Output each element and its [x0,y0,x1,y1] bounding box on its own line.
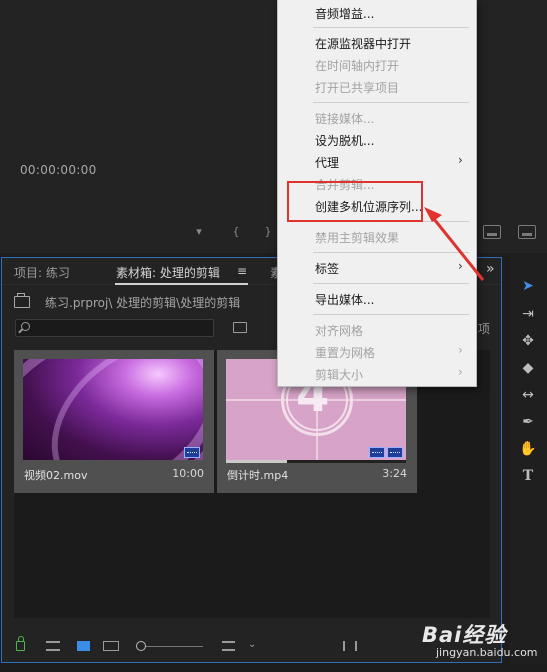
baidu-jingyan-watermark: Bai经验 jingyan.baidu.com [422,619,542,669]
watermark-url: jingyan.baidu.com [436,646,538,659]
annotation-arrow-icon [424,207,485,281]
watermark-brand: Bai经验 [422,623,507,647]
